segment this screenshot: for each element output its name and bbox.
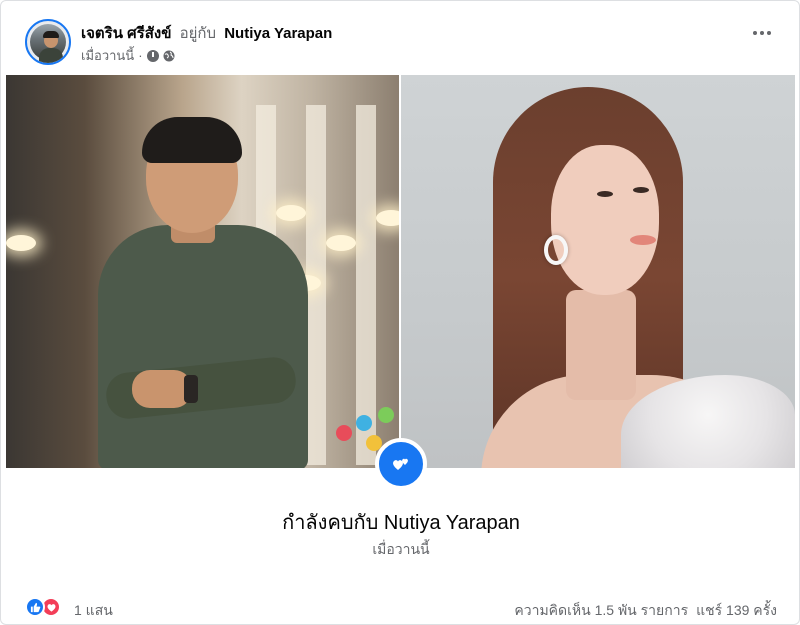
- photo-man[interactable]: [6, 75, 399, 468]
- tagged-person-name[interactable]: Nutiya Yarapan: [224, 25, 332, 42]
- relationship-partner[interactable]: Nutiya Yarapan: [384, 512, 520, 534]
- post-timestamp[interactable]: เมื่อวานนี้: [81, 45, 134, 66]
- like-icon: [30, 602, 40, 612]
- earring-icon: [544, 235, 568, 265]
- more-dot-icon: [753, 31, 757, 35]
- avatar-photo: [30, 24, 66, 63]
- watch-icon: [184, 375, 198, 403]
- more-options-button[interactable]: [753, 31, 771, 35]
- more-dot-icon: [760, 31, 764, 35]
- author-avatar[interactable]: [25, 19, 71, 65]
- post-card: เจตริน ศรีสังข์ อยู่กับ Nutiya Yarapan เ…: [0, 0, 800, 625]
- hearts-icon: [393, 458, 408, 470]
- dot-separator-icon: ·: [138, 48, 143, 63]
- relationship-status: กำลังคบกับ Nutiya Yarapan: [1, 506, 799, 538]
- photo-woman[interactable]: [401, 75, 795, 468]
- love-icon: [47, 603, 55, 612]
- post-footer: 1 แสน ความคิดเห็น 1.5 พัน รายการ แชร์ 13…: [1, 593, 799, 624]
- like-reaction[interactable]: [25, 597, 45, 617]
- post-meta: เมื่อวานนี้ ·: [81, 45, 175, 66]
- post-title-line: เจตริน ศรีสังข์ อยู่กับ Nutiya Yarapan: [81, 21, 332, 45]
- clock-icon: [146, 49, 159, 62]
- engagement-stats: ความคิดเห็น 1.5 พัน รายการ แชร์ 139 ครั้…: [514, 600, 777, 622]
- author-name[interactable]: เจตริน ศรีสังข์: [81, 25, 171, 42]
- more-dot-icon: [767, 31, 771, 35]
- post-header: เจตริน ศรีสังข์ อยู่กับ Nutiya Yarapan เ…: [1, 1, 799, 73]
- reaction-count[interactable]: 1 แสน: [74, 600, 113, 622]
- relationship-hearts-icon: [375, 438, 427, 490]
- with-label: อยู่กับ: [179, 25, 217, 42]
- relationship-prefix: กำลังคบกับ: [282, 512, 379, 534]
- relationship-time: เมื่อวานนี้: [372, 541, 430, 557]
- share-count[interactable]: แชร์ 139 ครั้ง: [696, 600, 777, 622]
- globe-icon[interactable]: [163, 50, 175, 62]
- comment-count[interactable]: ความคิดเห็น 1.5 พัน รายการ: [514, 600, 688, 622]
